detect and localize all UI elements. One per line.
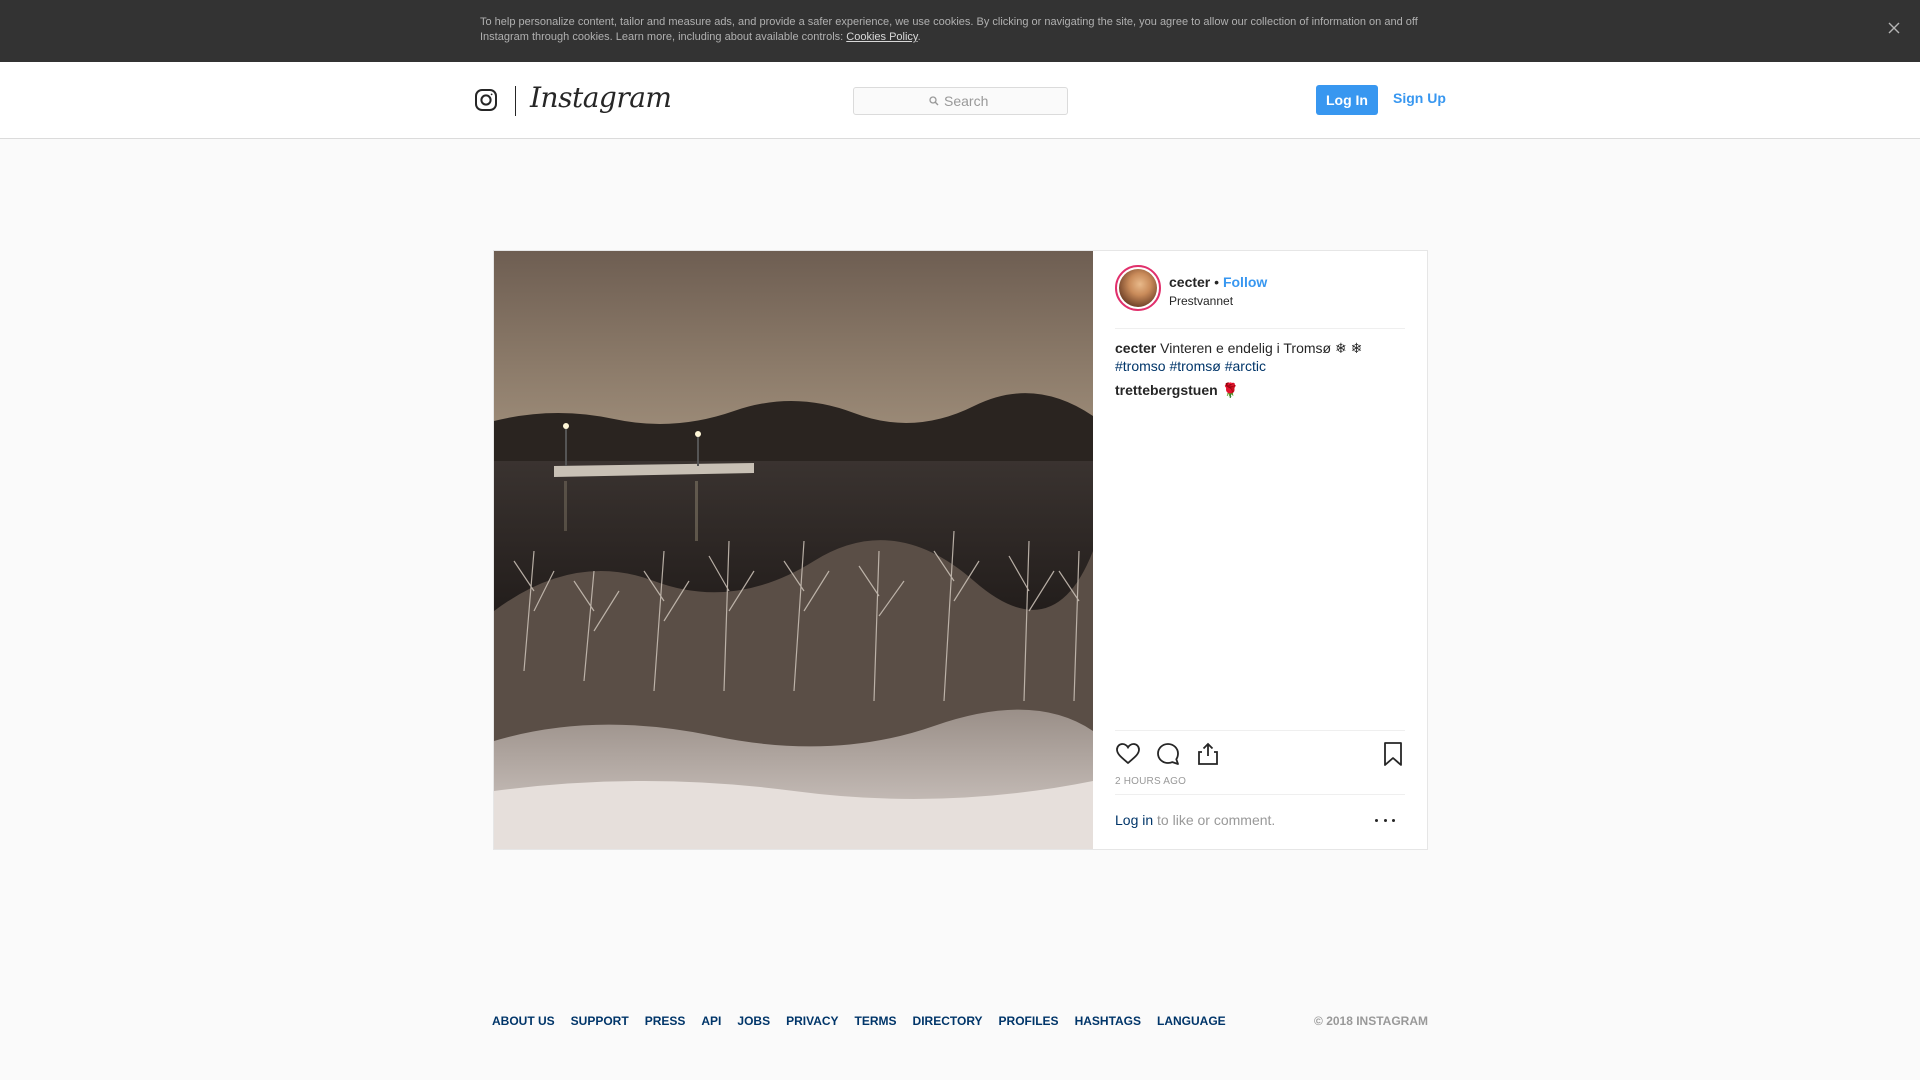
camera-glyph-icon[interactable] (474, 88, 500, 114)
post-timestamp[interactable]: 2 HOURS AGO (1115, 776, 1186, 787)
cookie-text: To help personalize content, tailor and … (480, 15, 1430, 45)
avatar[interactable] (1115, 265, 1161, 311)
footer-link-api[interactable]: API (701, 1014, 721, 1028)
footer-link-profiles[interactable]: PROFILES (999, 1014, 1059, 1028)
signup-link[interactable]: Sign Up (1393, 90, 1446, 106)
hashtag-link[interactable]: #arctic (1225, 358, 1266, 374)
footer-link-directory[interactable]: DIRECTORY (913, 1014, 983, 1028)
copyright: © 2018 INSTAGRAM (1314, 1014, 1428, 1028)
footer: ABOUT US SUPPORT PRESS API JOBS PRIVACY … (492, 1014, 1428, 1030)
login-button[interactable]: Log In (1316, 85, 1378, 115)
caption-username[interactable]: cecter (1115, 340, 1156, 356)
logo-divider (515, 86, 516, 116)
search-input[interactable] (944, 93, 992, 109)
follow-button[interactable]: Follow (1223, 274, 1267, 290)
footer-link-press[interactable]: PRESS (645, 1014, 686, 1028)
footer-nav: ABOUT US SUPPORT PRESS API JOBS PRIVACY … (492, 1014, 1226, 1028)
heart-icon[interactable] (1115, 741, 1141, 767)
location-link[interactable]: Prestvannet (1169, 294, 1233, 308)
cookies-policy-link[interactable]: Cookies Policy (846, 31, 917, 43)
post-card: cecter • Follow Prestvannet cecter Vinte… (493, 250, 1428, 850)
comment-prompt: Log in to like or comment. (1115, 812, 1275, 828)
comment-prompt-text: to like or comment. (1153, 812, 1276, 828)
footer-link-support[interactable]: SUPPORT (571, 1014, 629, 1028)
cookie-message: To help personalize content, tailor and … (480, 16, 1418, 43)
hashtag-link[interactable]: #tromso (1115, 358, 1166, 374)
caption: cecter Vinteren e endelig i Tromsø ❄ ❄ #… (1115, 339, 1405, 375)
footer-link-about[interactable]: ABOUT US (492, 1014, 555, 1028)
footer-link-privacy[interactable]: PRIVACY (786, 1014, 838, 1028)
owner-username[interactable]: cecter (1169, 274, 1210, 290)
action-bar (1115, 730, 1405, 770)
post-header: cecter • Follow Prestvannet (1115, 265, 1405, 329)
more-options-icon[interactable] (1375, 813, 1395, 827)
bookmark-icon[interactable] (1380, 741, 1406, 767)
login-link[interactable]: Log in (1115, 812, 1153, 828)
comment-row: Log in to like or comment. (1115, 794, 1405, 840)
post-photo[interactable] (494, 251, 1093, 849)
comment-item[interactable]: trettebergstuen 🌹 (1115, 382, 1239, 399)
owner-line: cecter • Follow (1169, 274, 1267, 290)
top-nav: Instagram Log In Sign Up (0, 62, 1920, 139)
search-icon (929, 96, 939, 106)
caption-text: Vinteren e endelig i Tromsø ❄ ❄ (1160, 340, 1363, 356)
owner-separator: • (1210, 274, 1223, 290)
footer-link-hashtags[interactable]: HASHTAGS (1075, 1014, 1141, 1028)
search-box[interactable] (853, 87, 1068, 115)
footer-link-language[interactable]: LANGUAGE (1157, 1014, 1226, 1028)
post-sidebar: cecter • Follow Prestvannet cecter Vinte… (1093, 251, 1427, 849)
instagram-wordmark[interactable]: Instagram (530, 81, 672, 114)
close-icon[interactable] (1882, 16, 1906, 40)
cookie-banner: To help personalize content, tailor and … (0, 0, 1920, 62)
comment-bubble-icon[interactable] (1155, 741, 1181, 767)
hashtag-link[interactable]: #tromsø (1169, 358, 1220, 374)
cookie-suffix: . (917, 31, 921, 43)
share-icon[interactable] (1195, 741, 1221, 767)
footer-link-terms[interactable]: TERMS (855, 1014, 897, 1028)
footer-link-jobs[interactable]: JOBS (737, 1014, 770, 1028)
